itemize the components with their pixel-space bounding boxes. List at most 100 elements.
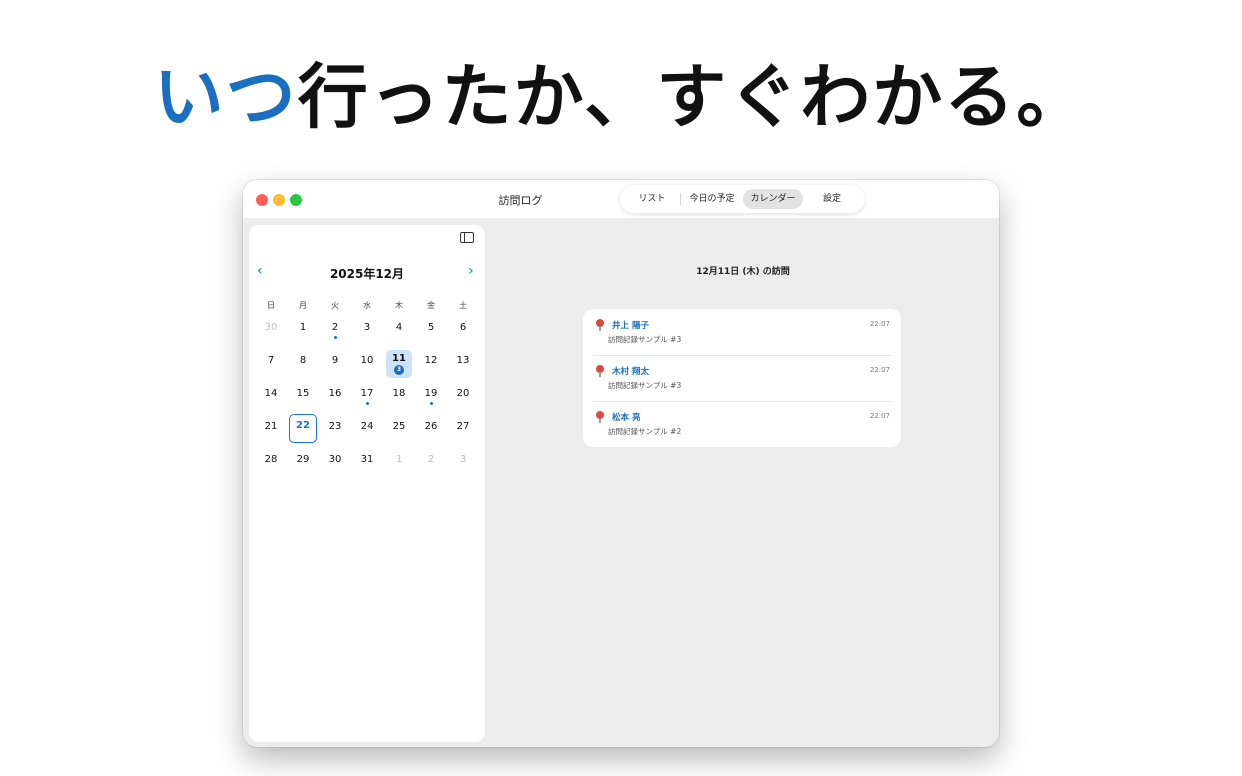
calendar-day[interactable]: 28 — [255, 445, 287, 478]
calendar-day[interactable]: 31 — [351, 445, 383, 478]
tab-calendar[interactable]: カレンダー — [743, 189, 803, 209]
day-number: 15 — [296, 388, 310, 399]
visit-count-badge: 3 — [394, 365, 404, 375]
calendar-day[interactable]: 26 — [415, 412, 447, 445]
calendar-day[interactable]: 12 — [415, 346, 447, 379]
day-number: 11 — [392, 353, 406, 364]
tab-settings[interactable]: 設定 — [803, 189, 861, 209]
day-number: 2 — [331, 322, 339, 333]
day-number: 4 — [395, 322, 403, 333]
day-number: 22 — [296, 420, 310, 431]
calendar-day[interactable]: 3 — [447, 445, 479, 478]
calendar-grid: 30 1 2 3 4 5 6 7 8 9 10 11 3 12 13 14 15 … — [255, 313, 479, 478]
day-number: 29 — [296, 454, 310, 465]
calendar-day[interactable]: 30 — [255, 313, 287, 346]
map-pin-icon — [596, 411, 604, 423]
day-number: 3 — [459, 454, 467, 465]
calendar-day[interactable]: 17 — [351, 379, 383, 412]
tab-list[interactable]: リスト — [624, 189, 680, 209]
calendar-day[interactable]: 20 — [447, 379, 479, 412]
day-number: 16 — [328, 388, 342, 399]
day-number: 1 — [395, 454, 403, 465]
headline-accent: いつ — [153, 56, 298, 138]
calendar-day[interactable]: 9 — [319, 346, 351, 379]
visit-time: 22:07 — [869, 366, 890, 374]
day-number: 3 — [363, 322, 371, 333]
calendar-day[interactable]: 30 — [319, 445, 351, 478]
calendar-day[interactable]: 15 — [287, 379, 319, 412]
day-number: 24 — [360, 421, 374, 432]
calendar-day[interactable]: 13 — [447, 346, 479, 379]
tab-today[interactable]: 今日の予定 — [681, 189, 743, 209]
day-number: 8 — [299, 355, 307, 366]
calendar-day[interactable]: 2 — [415, 445, 447, 478]
chevron-right-icon[interactable]: › — [468, 263, 474, 279]
calendar-day[interactable]: 5 — [415, 313, 447, 346]
day-number: 10 — [360, 355, 374, 366]
day-number: 14 — [264, 388, 278, 399]
visit-dot — [365, 402, 369, 405]
visit-note: 訪問記録サンプル #3 — [608, 381, 682, 390]
weekday-label: 木 — [395, 301, 403, 310]
calendar-day[interactable]: 6 — [447, 313, 479, 346]
calendar-day[interactable]: 2 — [319, 313, 351, 346]
visit-dot — [429, 402, 433, 405]
visit-time: 22:07 — [869, 320, 890, 328]
calendar-day[interactable]: 14 — [255, 379, 287, 412]
day-number: 5 — [427, 322, 435, 333]
visits-date-title: 12月11日 (木) の訪問 — [696, 267, 790, 277]
headline: いつ行ったか、すぐわかる。 — [0, 52, 1242, 142]
calendar-day[interactable]: 21 — [255, 412, 287, 445]
calendar-day[interactable]: 18 — [383, 379, 415, 412]
calendar-day[interactable]: 8 — [287, 346, 319, 379]
calendar-week: 30 1 2 3 4 5 6 — [255, 313, 479, 346]
visit-row[interactable]: 木村 翔太 22:07 訪問記録サンプル #3 — [583, 355, 901, 401]
visit-row[interactable]: 松本 亮 22:07 訪問記録サンプル #2 — [583, 401, 901, 447]
close-window-button[interactable] — [256, 194, 268, 206]
calendar-week: 7 8 9 10 11 3 12 13 — [255, 346, 479, 379]
day-number: 2 — [427, 454, 435, 465]
day-number: 30 — [328, 454, 342, 465]
day-number: 18 — [392, 388, 406, 399]
day-number: 12 — [424, 355, 438, 366]
weekday-label: 水 — [363, 301, 371, 310]
day-number: 23 — [328, 421, 342, 432]
day-number: 17 — [360, 388, 374, 399]
day-number: 1 — [299, 322, 307, 333]
calendar-day[interactable]: 10 — [351, 346, 383, 379]
calendar-day[interactable]: 1 — [287, 313, 319, 346]
minimize-window-button[interactable] — [273, 194, 285, 206]
calendar-day[interactable]: 24 — [351, 412, 383, 445]
sidebar-toggle-icon[interactable] — [460, 232, 474, 243]
window-title: 訪問ログ — [498, 194, 543, 207]
day-number: 21 — [264, 421, 278, 432]
day-number: 26 — [424, 421, 438, 432]
calendar-day-selected[interactable]: 11 3 — [383, 346, 415, 379]
zoom-window-button[interactable] — [290, 194, 302, 206]
visit-row[interactable]: 井上 陽子 22:07 訪問記録サンプル #3 — [583, 309, 901, 355]
calendar-sidebar: ‹ 2025年12月 › 日 月 火 水 木 金 土 30 1 2 3 4 5 … — [249, 225, 485, 742]
map-pin-icon — [596, 365, 604, 377]
calendar-day[interactable]: 1 — [383, 445, 415, 478]
titlebar: 訪問ログ リスト 今日の予定 カレンダー 設定 — [243, 180, 999, 218]
calendar-day[interactable]: 7 — [255, 346, 287, 379]
visit-dot — [333, 336, 337, 339]
calendar-day[interactable]: 16 — [319, 379, 351, 412]
day-number: 9 — [331, 355, 339, 366]
weekday-label: 月 — [299, 301, 307, 310]
calendar-day-today[interactable]: 22 — [287, 412, 319, 445]
day-number: 28 — [264, 454, 278, 465]
day-number: 20 — [456, 388, 470, 399]
calendar-day[interactable]: 27 — [447, 412, 479, 445]
day-number: 7 — [267, 355, 275, 366]
weekday-header: 日 月 火 水 木 金 土 — [255, 300, 479, 311]
weekday-label: 金 — [427, 301, 435, 310]
calendar-day[interactable]: 25 — [383, 412, 415, 445]
calendar-day[interactable]: 3 — [351, 313, 383, 346]
view-switcher: リスト 今日の予定 カレンダー 設定 — [620, 185, 865, 213]
calendar-day[interactable]: 19 — [415, 379, 447, 412]
calendar-day[interactable]: 4 — [383, 313, 415, 346]
calendar-day[interactable]: 23 — [319, 412, 351, 445]
weekday-label: 火 — [331, 301, 339, 310]
calendar-day[interactable]: 29 — [287, 445, 319, 478]
